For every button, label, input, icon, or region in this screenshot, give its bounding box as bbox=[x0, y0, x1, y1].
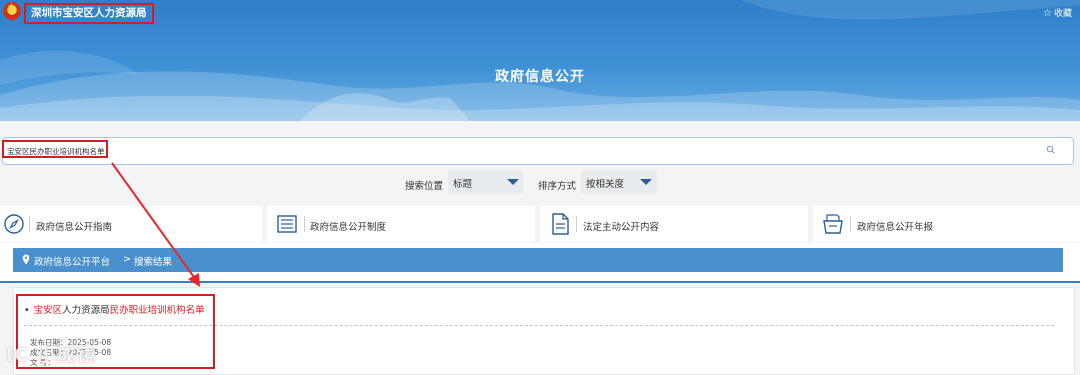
search-location-select[interactable]: 标题 bbox=[448, 170, 523, 194]
emblem-icon bbox=[3, 2, 21, 20]
card-label: 政府信息公开指南 bbox=[36, 222, 113, 233]
watermark: IC 小成镜 bbox=[6, 344, 97, 366]
favorite-button[interactable]: ☆ 收藏 bbox=[1043, 6, 1072, 19]
card-divider bbox=[850, 216, 851, 232]
org-name[interactable]: 深圳市宝安区人力资源局 bbox=[24, 3, 154, 24]
chevron-down-icon bbox=[640, 179, 652, 185]
card-label: 政府信息公开年报 bbox=[857, 222, 934, 233]
chevron-down-icon bbox=[507, 179, 519, 185]
star-icon: ☆ bbox=[1043, 8, 1052, 19]
search-location-label: 搜索位置 bbox=[405, 181, 444, 192]
breadcrumb-home-link[interactable]: 政府信息公开平台 bbox=[34, 254, 110, 268]
sort-value: 按相关度 bbox=[586, 179, 625, 190]
card-divider bbox=[576, 216, 577, 232]
sort-label: 排序方式 bbox=[538, 181, 577, 192]
card-divider bbox=[304, 216, 305, 232]
sort-select[interactable]: 按相关度 bbox=[581, 170, 657, 194]
card-label: 政府信息公开制度 bbox=[310, 222, 387, 233]
search-icon[interactable] bbox=[1046, 145, 1056, 155]
location-pin-icon bbox=[22, 254, 30, 265]
document-icon bbox=[552, 213, 569, 235]
search-input-value: 宝安区民办职业培训机构名单 bbox=[7, 147, 105, 156]
search-location-value: 标题 bbox=[453, 179, 473, 190]
breadcrumb-current: 搜索结果 bbox=[134, 257, 173, 268]
card-divider bbox=[29, 216, 30, 232]
card-label: 法定主动公开内容 bbox=[583, 222, 660, 233]
card-annual-report[interactable]: 政府信息公开年报 bbox=[813, 206, 1080, 242]
header-banner: 深圳市宝安区人力资源局 ☆收藏 政府信息公开 bbox=[0, 0, 1080, 121]
breadcrumb: 政府信息公开平台 > 搜索结果 bbox=[13, 248, 1063, 272]
favorite-label: 收藏 bbox=[1053, 9, 1072, 19]
card-disclosure-guide[interactable]: 政府信息公开指南 bbox=[0, 206, 262, 242]
breadcrumb-separator: > bbox=[123, 254, 131, 265]
compass-icon bbox=[4, 214, 24, 234]
banner-title: 政府信息公开 bbox=[495, 69, 585, 85]
list-icon bbox=[277, 215, 297, 233]
search-input[interactable] bbox=[2, 137, 1074, 165]
card-statutory-content[interactable]: 法定主动公开内容 bbox=[540, 206, 808, 242]
card-disclosure-system[interactable]: 政府信息公开制度 bbox=[267, 206, 535, 242]
banner-wave-decoration bbox=[0, 0, 1080, 121]
report-icon bbox=[823, 214, 843, 234]
divider-line bbox=[0, 281, 1080, 283]
